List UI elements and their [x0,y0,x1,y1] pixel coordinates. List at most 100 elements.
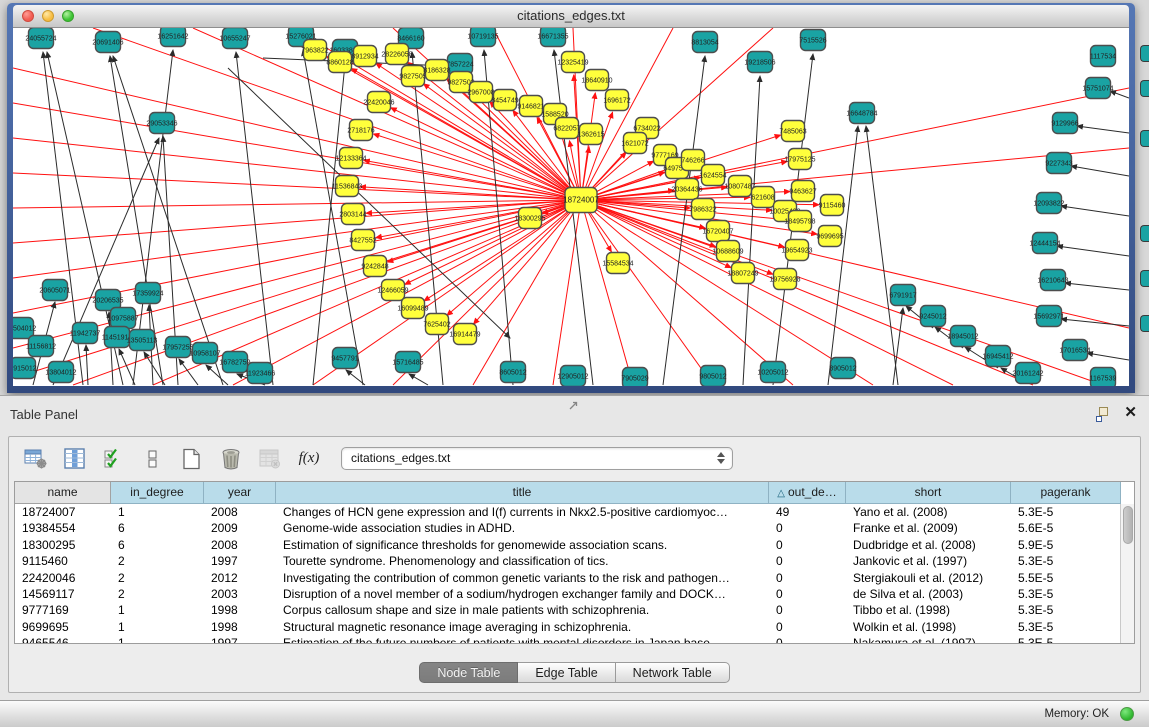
graph-edge-black [144,352,165,385]
table-selector-dropdown[interactable]: citations_edges.txt [341,447,733,470]
table-row[interactable]: 911546021997Tourette syndrome. Phenomeno… [15,553,1120,569]
cell-year: 1997 [204,553,276,569]
show-column-button[interactable] [62,447,88,471]
graph-node-label: 20364436 [671,187,702,194]
table-row[interactable]: 1938455462009Genome-wide association stu… [15,520,1120,536]
graph-node-label: 621608 [751,195,774,202]
graph-edge-red [393,200,581,385]
graph-node-label: 18724007 [563,196,599,205]
sort-ascending-icon: △ [777,488,785,499]
graph-node-label: 8912934 [351,54,378,61]
function-builder-button[interactable]: f(x) [296,447,322,471]
table-row[interactable]: 1872400712008Changes of HCN gene express… [15,504,1120,520]
float-panel-button[interactable] [1096,407,1111,422]
graph-node-label: 18640910 [581,78,612,85]
cell-out_de: 0 [769,635,846,644]
tab-edge-table[interactable]: Edge Table [518,662,615,683]
table-row[interactable]: 2242004622012Investigating the contribut… [15,570,1120,586]
graph-edge-black [86,345,88,385]
graph-node-label: 17016534 [1059,348,1090,355]
delete-column-button[interactable] [218,447,244,471]
graph-node-label: 9915012 [13,366,37,373]
minimize-window-icon[interactable] [42,10,54,22]
graph-node-label: 8186328 [423,68,450,75]
cell-out_de: 0 [769,520,846,536]
tab-network-table[interactable]: Network Table [616,662,730,683]
cell-in_degree: 1 [111,619,204,635]
graph-node-label: 13804012 [45,370,76,377]
cell-out_de: 0 [769,553,846,569]
graph-node-label: 9242848 [361,264,388,271]
cell-out_de: 0 [769,619,846,635]
memory-status-icon [1120,707,1134,721]
column-header-out_de[interactable]: △out_de… [769,482,846,504]
cell-pagerank: 5.3E-5 [1011,619,1121,635]
cell-pagerank: 5.3E-5 [1011,635,1121,644]
cell-year: 1998 [204,619,276,635]
graph-node-label: 13505113 [127,338,158,345]
cell-name: 9465546 [15,635,111,644]
cell-in_degree: 2 [111,586,204,602]
graph-edge-red [387,200,581,262]
table-row[interactable]: 946554611997Estimation of the future num… [15,635,1120,644]
graph-node-label: 1624554 [699,173,726,180]
close-panel-button[interactable]: ✕ [1124,405,1137,421]
column-header-short[interactable]: short [846,482,1011,504]
graph-node-label: 12466059 [377,288,408,295]
graph-node-label: 9129966 [1051,121,1078,128]
cell-title: Corpus callosum shape and size in male p… [276,602,769,618]
column-header-in_degree[interactable]: in_degree [111,482,204,504]
graph-node-label: 2718176 [347,128,374,135]
column-header-name[interactable]: name [15,482,111,504]
graph-edge-black [409,374,428,385]
cell-name: 9699695 [15,619,111,635]
background-graph-node [1140,270,1149,287]
graph-node-label: 9245012 [919,314,946,321]
network-canvas[interactable]: 2405572420691406162516421065524715276021… [13,28,1129,386]
graph-node-label: 11156812 [26,344,56,351]
column-header-year[interactable]: year [204,482,276,504]
vertical-scrollbar[interactable] [1120,504,1134,643]
graph-node-label: 9699695 [816,234,843,241]
cell-pagerank: 5.6E-5 [1011,520,1121,536]
citation-graph[interactable]: 2405572420691406162516421065524715276021… [13,28,1129,386]
tab-node-table[interactable]: Node Table [419,662,518,683]
graph-node-label: 7963822 [301,48,328,55]
cell-name: 18300295 [15,537,111,553]
cell-in_degree: 2 [111,570,204,586]
table-row[interactable]: 1830029562008Estimation of significance … [15,537,1120,553]
graph-node-label: 11923466 [245,371,276,378]
graph-edge-black [828,126,858,385]
show-column-icon [63,448,87,470]
table-mode-button[interactable] [23,447,49,471]
cell-short: Nakamura et al. (1997) [846,635,1011,644]
table-row[interactable]: 1456911722003Disruption of a novel membe… [15,586,1120,602]
graph-node-label: 11942737 [70,331,101,338]
table-row[interactable]: 977716911998Corpus callosum shape and si… [15,602,1120,618]
cell-name: 14569117 [15,586,111,602]
zoom-window-icon[interactable] [62,10,74,22]
graph-edge-black [1087,353,1129,360]
close-window-icon[interactable] [22,10,34,22]
column-header-title[interactable]: title [276,482,769,504]
graph-node-label: 9457791 [331,356,358,363]
table-row[interactable]: 969969511998Structural magnetic resonanc… [15,619,1120,635]
cell-out_de: 0 [769,602,846,618]
float-window-icon [1099,407,1108,416]
cell-name: 9115460 [15,553,111,569]
cell-name: 9777169 [15,602,111,618]
panel-resize-grip-icon[interactable] [568,398,579,416]
background-graph-node [1140,225,1149,242]
dropdown-spinner-icon [717,452,725,464]
network-window-titlebar[interactable]: citations_edges.txt [13,5,1129,28]
create-column-button[interactable] [179,447,205,471]
scrollbar-thumb[interactable] [1123,506,1133,544]
cell-name: 18724007 [15,504,111,520]
deselect-all-rows-button[interactable] [140,447,166,471]
column-header-pagerank[interactable]: pagerank [1011,482,1121,504]
trash-icon [219,448,243,470]
select-all-rows-button[interactable] [101,447,127,471]
graph-node-label: 2803144 [339,212,366,219]
graph-edge-black [743,76,760,385]
cell-out_de: 49 [769,504,846,520]
